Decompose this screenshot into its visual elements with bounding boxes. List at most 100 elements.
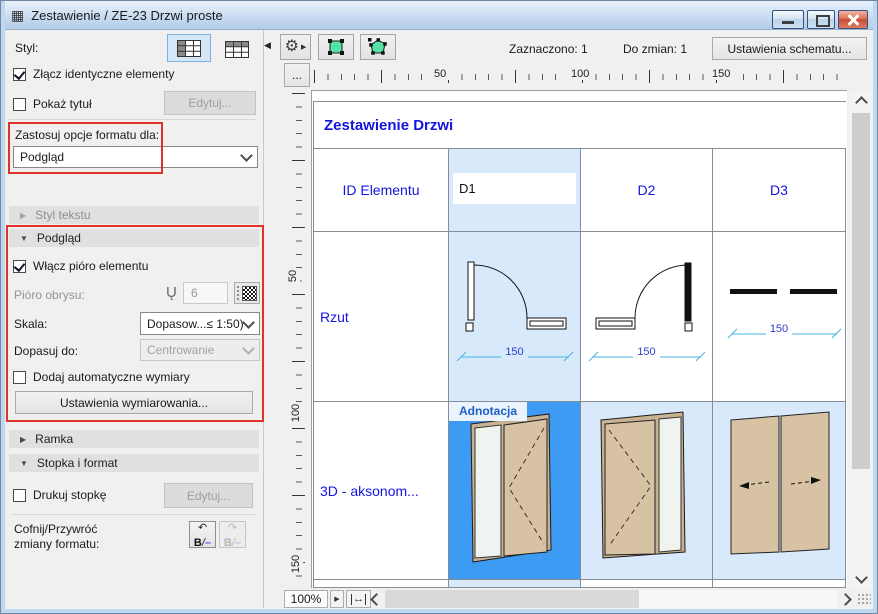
apply-format-select[interactable]: Podgląd xyxy=(13,146,258,168)
scale-select[interactable]: Dopasow...≤ 1:50) xyxy=(140,312,260,335)
id-cell-d2[interactable]: D2 xyxy=(581,149,713,232)
ruler-options-button[interactable]: ... xyxy=(284,63,310,87)
table-title-cell[interactable]: Zestawienie Drzwi xyxy=(314,102,846,149)
print-footer-checkbox[interactable]: Drukuj stopkę xyxy=(13,488,106,502)
selected-count: Zaznaczono: 1 xyxy=(509,42,588,56)
redo-format-button[interactable]: ↷ B/– xyxy=(219,521,246,549)
dimension-settings-button[interactable]: Ustawienia wymiarowania... xyxy=(15,391,253,414)
redo-arrow-icon: ↷ xyxy=(227,522,238,534)
section-preview[interactable]: ▼ Podgląd xyxy=(9,229,259,247)
title-bar[interactable]: ▦ Zestawienie / ZE-23 Drzwi proste xyxy=(1,1,877,30)
enable-element-pen-checkbox[interactable]: Włącz pióro elementu xyxy=(13,259,148,273)
merge-identical-checkbox[interactable]: Złącz identyczne elementy xyxy=(13,67,174,81)
plan-cell-d1[interactable]: 150 xyxy=(449,232,581,402)
chevron-right-icon xyxy=(839,592,852,606)
pen-outline-label: Pióro obrysu: xyxy=(14,288,85,302)
id-cell-d1[interactable]: D1 xyxy=(449,149,581,232)
door-plan-d3 xyxy=(727,289,842,339)
id-edit-box[interactable]: D1 xyxy=(453,173,576,204)
show-title-checkbox[interactable]: Pokaż tytuł xyxy=(13,97,92,111)
undo-format-button[interactable]: ↶ B/– xyxy=(189,521,216,549)
minimize-icon xyxy=(782,21,794,24)
undo-redo-label: Cofnij/Przywróć zmiany formatu: xyxy=(14,522,100,551)
table-style-left-headers-icon xyxy=(177,39,201,57)
maximize-icon xyxy=(816,15,830,27)
settings-flyout-button[interactable]: ⚙ ▶ xyxy=(280,34,311,60)
next-row-sliver xyxy=(314,580,449,587)
chevron-up-icon xyxy=(854,96,868,109)
dimension-value: 150 xyxy=(633,346,660,358)
collapse-panel-arrow[interactable]: ◀ xyxy=(264,40,271,51)
annotation-tag: Adnotacja xyxy=(449,402,528,421)
chevron-left-icon xyxy=(370,592,383,606)
fit-width-icon: ↔ xyxy=(351,592,366,605)
close-icon xyxy=(847,13,860,27)
door-3d-d1 xyxy=(470,413,552,563)
to-change-count: Do zmian: 1 xyxy=(623,42,688,56)
window-title: Zestawienie / ZE-23 Drzwi proste xyxy=(31,7,223,23)
axon-cell-d1[interactable]: Adnotacja xyxy=(449,402,581,580)
plan-row-label-cell[interactable]: Rzut xyxy=(314,232,449,402)
zoom-level-button[interactable]: 100% xyxy=(284,590,328,608)
undo-arrow-icon: ↶ xyxy=(197,522,208,534)
chevron-down-icon xyxy=(242,315,255,329)
axon-cell-d2[interactable] xyxy=(581,402,713,580)
gear-icon: ⚙ xyxy=(284,38,299,55)
pen-icon: Ų xyxy=(166,284,177,301)
table-style-top-headers-icon xyxy=(225,40,249,58)
separator xyxy=(9,119,256,120)
section-footer-format[interactable]: ▼ Stopka i format xyxy=(9,454,259,472)
pen-color-pattern-button[interactable] xyxy=(234,282,260,304)
door-3d-d3 xyxy=(730,411,830,555)
scale-label: Skala: xyxy=(14,317,48,331)
horizontal-ruler: 50 100 150 xyxy=(312,63,846,89)
selection-rectangle-icon xyxy=(328,39,344,55)
plan-cell-d2[interactable]: 150 xyxy=(581,232,713,402)
door-plan-d2 xyxy=(588,262,706,362)
minimize-button[interactable] xyxy=(772,10,804,29)
edit-footer-button[interactable]: Edytuj... xyxy=(164,483,253,508)
checkbox-box xyxy=(13,488,26,502)
horizontal-scroll-track[interactable] xyxy=(385,590,837,608)
schedule-table: Zestawienie Drzwi ID Elementu D1 D2 D3 R… xyxy=(313,101,846,588)
scheme-settings-button[interactable]: Ustawienia schematu... xyxy=(712,37,867,60)
dimension-value: 150 xyxy=(501,346,528,358)
maximize-button[interactable] xyxy=(807,10,835,29)
pen-number-field[interactable]: 6 xyxy=(183,282,228,304)
checkbox-box xyxy=(13,67,26,81)
section-text-style[interactable]: ▶ Styl tekstu xyxy=(9,206,259,224)
scroll-right-button[interactable] xyxy=(839,589,855,609)
apply-format-label: Zastosuj opcje formatu dla: xyxy=(15,128,160,142)
style-label: Styl: xyxy=(15,41,39,55)
resize-grip[interactable] xyxy=(857,593,871,605)
style-top-headers-button[interactable] xyxy=(217,39,257,59)
axon-cell-d3[interactable] xyxy=(713,402,846,580)
vertical-scrollbar[interactable] xyxy=(849,91,873,589)
scroll-up-button[interactable] xyxy=(849,91,873,111)
schedule-grid-icon: ▦ xyxy=(11,7,25,23)
flyout-arrow-icon: ▶ xyxy=(300,44,307,51)
scroll-left-button[interactable] xyxy=(367,589,383,609)
edit-title-button[interactable]: Edytuj... xyxy=(164,91,256,115)
axon-row-label-cell[interactable]: 3D - aksonom... xyxy=(314,402,449,580)
checkbox-box xyxy=(13,370,26,384)
id-cell-d3[interactable]: D3 xyxy=(713,149,846,232)
id-header-cell[interactable]: ID Elementu xyxy=(314,149,449,232)
select-polygon-button[interactable] xyxy=(360,34,396,60)
flyout-arrow-icon: ▶ xyxy=(334,596,340,603)
select-region-button[interactable] xyxy=(318,34,354,60)
dotted-divider-icon xyxy=(237,286,239,300)
next-row-sliver xyxy=(581,580,713,587)
horizontal-scroll-thumb[interactable] xyxy=(385,590,639,608)
scroll-down-button[interactable] xyxy=(849,569,873,589)
next-row-sliver xyxy=(449,580,581,587)
fit-to-select[interactable]: Centrowanie xyxy=(140,339,260,361)
vertical-ruler: 50 100 150 xyxy=(284,91,310,587)
style-left-headers-button[interactable] xyxy=(167,34,211,62)
plan-cell-d3[interactable]: 150 xyxy=(713,232,846,402)
zoom-flyout-button[interactable]: ▶ xyxy=(330,590,344,608)
section-frame[interactable]: ▶ Ramka xyxy=(9,430,259,448)
close-button[interactable] xyxy=(838,10,868,29)
auto-dimensions-checkbox[interactable]: Dodaj automatyczne wymiary xyxy=(13,370,190,384)
vertical-scroll-thumb[interactable] xyxy=(852,113,870,469)
